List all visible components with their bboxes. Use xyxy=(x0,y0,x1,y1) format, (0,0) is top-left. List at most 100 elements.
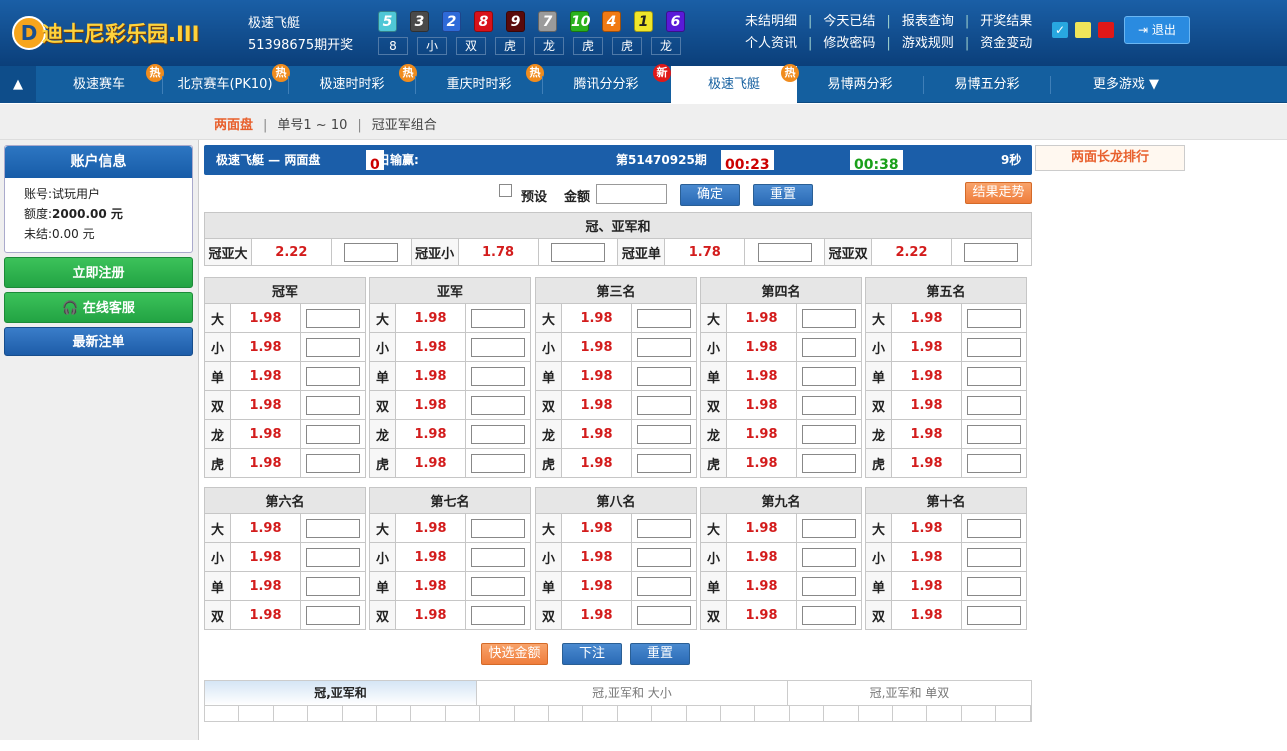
top-link[interactable]: 未结明细 xyxy=(745,11,797,33)
stats-cell xyxy=(583,706,618,722)
bet-amount-input[interactable] xyxy=(802,337,856,357)
stats-tab-big-small[interactable]: 冠,亚军和 大小 xyxy=(477,681,788,705)
nav-tab[interactable]: 腾讯分分彩新 xyxy=(543,64,671,103)
bet-amount-input[interactable] xyxy=(471,337,525,357)
amount-input[interactable] xyxy=(596,184,667,204)
sum-bet-input[interactable] xyxy=(550,242,605,262)
bet-amount-input[interactable] xyxy=(306,453,360,473)
credit-value: 2000.00 元 xyxy=(52,207,123,221)
bet-amount-input[interactable] xyxy=(471,308,525,328)
sum-bet-input[interactable] xyxy=(757,242,812,262)
sum-bet-input[interactable] xyxy=(964,242,1019,262)
bet-amount-input[interactable] xyxy=(637,337,691,357)
bet-amount-input[interactable] xyxy=(802,395,856,415)
bet-amount-input[interactable] xyxy=(306,308,360,328)
bet-amount-input[interactable] xyxy=(967,453,1021,473)
customer-service-button[interactable]: 🎧 在线客服 xyxy=(4,292,193,323)
reset-bet-button[interactable]: 重置 xyxy=(630,643,690,665)
bet-amount-input[interactable] xyxy=(967,366,1021,386)
top-link[interactable]: 报表查询 xyxy=(902,11,954,33)
bet-amount-input[interactable] xyxy=(637,605,691,625)
bet-amount-input[interactable] xyxy=(802,518,856,538)
bet-amount-input[interactable] xyxy=(306,395,360,415)
position-bet-table: 第四名大 1.98 小 1.98 单 1.98 双 1.98 龙 1.98 虎 1.98 xyxy=(700,277,862,478)
bet-amount-input[interactable] xyxy=(306,518,360,538)
collapse-toggle-icon[interactable]: ▲ xyxy=(0,66,36,103)
bet-amount-input[interactable] xyxy=(637,576,691,596)
bet-amount-input[interactable] xyxy=(802,605,856,625)
reset-button[interactable]: 重置 xyxy=(753,184,813,206)
nav-tab[interactable]: 更多游戏 ▼ xyxy=(1051,66,1201,103)
bet-amount-input[interactable] xyxy=(637,308,691,328)
long-dragon-ranking[interactable]: 两面长龙排行 xyxy=(1035,145,1185,171)
subnav-two-sided[interactable]: 两面盘 xyxy=(214,118,253,133)
submit-bet-button[interactable]: 下注 xyxy=(562,643,622,665)
nav-tab[interactable]: 易博五分彩 xyxy=(924,66,1050,103)
theme-color-swatch[interactable]: ✓ xyxy=(1052,22,1068,38)
trend-button[interactable]: 结果走势 xyxy=(965,182,1032,204)
bet-amount-input[interactable] xyxy=(471,547,525,567)
bet-amount-input[interactable] xyxy=(306,337,360,357)
bet-amount-input[interactable] xyxy=(637,424,691,444)
bet-amount-input[interactable] xyxy=(967,547,1021,567)
latest-bets-button[interactable]: 最新注单 xyxy=(4,327,193,356)
nav-tab[interactable]: 极速赛车热 xyxy=(36,64,164,103)
bet-amount-input[interactable] xyxy=(637,453,691,473)
register-button[interactable]: 立即注册 xyxy=(4,257,193,288)
bet-amount-input[interactable] xyxy=(967,605,1021,625)
bet-amount-input[interactable] xyxy=(471,605,525,625)
bet-amount-input[interactable] xyxy=(471,395,525,415)
bet-amount-input[interactable] xyxy=(471,453,525,473)
bet-amount-input[interactable] xyxy=(802,308,856,328)
top-link[interactable]: 开奖结果 xyxy=(980,11,1032,33)
bet-amount-input[interactable] xyxy=(471,424,525,444)
nav-tab[interactable]: 易博两分彩 xyxy=(797,66,923,103)
nav-tab[interactable]: 北京赛车(PK10) 热 xyxy=(162,64,290,103)
theme-color-swatch[interactable] xyxy=(1098,22,1114,38)
bet-amount-input[interactable] xyxy=(802,424,856,444)
bet-amount-input[interactable] xyxy=(802,366,856,386)
bet-amount-input[interactable] xyxy=(637,395,691,415)
bet-amount-input[interactable] xyxy=(306,424,360,444)
bet-amount-input[interactable] xyxy=(802,453,856,473)
bet-amount-input[interactable] xyxy=(802,576,856,596)
quick-amount-button[interactable]: 快选金额 xyxy=(481,643,548,665)
top-link[interactable]: 游戏规则 xyxy=(902,33,954,55)
confirm-button[interactable]: 确定 xyxy=(680,184,740,206)
top-link[interactable]: 修改密码 xyxy=(823,33,875,55)
bet-amount-input[interactable] xyxy=(967,395,1021,415)
sum-bet-input[interactable] xyxy=(344,242,399,262)
bet-amount-input[interactable] xyxy=(967,337,1021,357)
nav-tab[interactable]: 重庆时时彩热 xyxy=(416,64,544,103)
top-link[interactable]: 资金变动 xyxy=(980,33,1032,55)
bet-option-odds: 1.98 xyxy=(891,419,962,449)
bet-amount-input[interactable] xyxy=(637,366,691,386)
subnav-single-number[interactable]: 单号1 ~ 10 xyxy=(277,118,347,133)
preset-checkbox[interactable] xyxy=(499,184,512,197)
bet-amount-input[interactable] xyxy=(306,576,360,596)
bet-amount-input[interactable] xyxy=(306,366,360,386)
sum-bet-label: 冠亚单 xyxy=(617,238,666,266)
bet-amount-input[interactable] xyxy=(306,547,360,567)
stats-tab-odd-even[interactable]: 冠,亚军和 单双 xyxy=(788,681,1031,705)
bet-amount-input[interactable] xyxy=(471,366,525,386)
bet-option-label: 双 xyxy=(865,390,892,420)
bet-amount-input[interactable] xyxy=(471,518,525,538)
bet-amount-input[interactable] xyxy=(637,518,691,538)
bet-amount-input[interactable] xyxy=(967,424,1021,444)
top-link[interactable]: 今天已结 xyxy=(823,11,875,33)
bet-amount-input[interactable] xyxy=(967,308,1021,328)
nav-tab[interactable]: 极速时时彩热 xyxy=(289,64,417,103)
nav-tab[interactable]: 极速飞艇热 xyxy=(671,64,799,103)
bet-amount-input[interactable] xyxy=(471,576,525,596)
stats-tab-sum[interactable]: 冠,亚军和 xyxy=(205,681,477,705)
theme-color-swatch[interactable] xyxy=(1075,22,1091,38)
bet-amount-input[interactable] xyxy=(967,576,1021,596)
top-link[interactable]: 个人资讯 xyxy=(745,33,797,55)
logout-button[interactable]: ⇥ 退出 xyxy=(1124,16,1190,44)
subnav-combo[interactable]: 冠亚军组合 xyxy=(372,118,437,133)
bet-amount-input[interactable] xyxy=(802,547,856,567)
bet-amount-input[interactable] xyxy=(637,547,691,567)
bet-amount-input[interactable] xyxy=(967,518,1021,538)
bet-amount-input[interactable] xyxy=(306,605,360,625)
